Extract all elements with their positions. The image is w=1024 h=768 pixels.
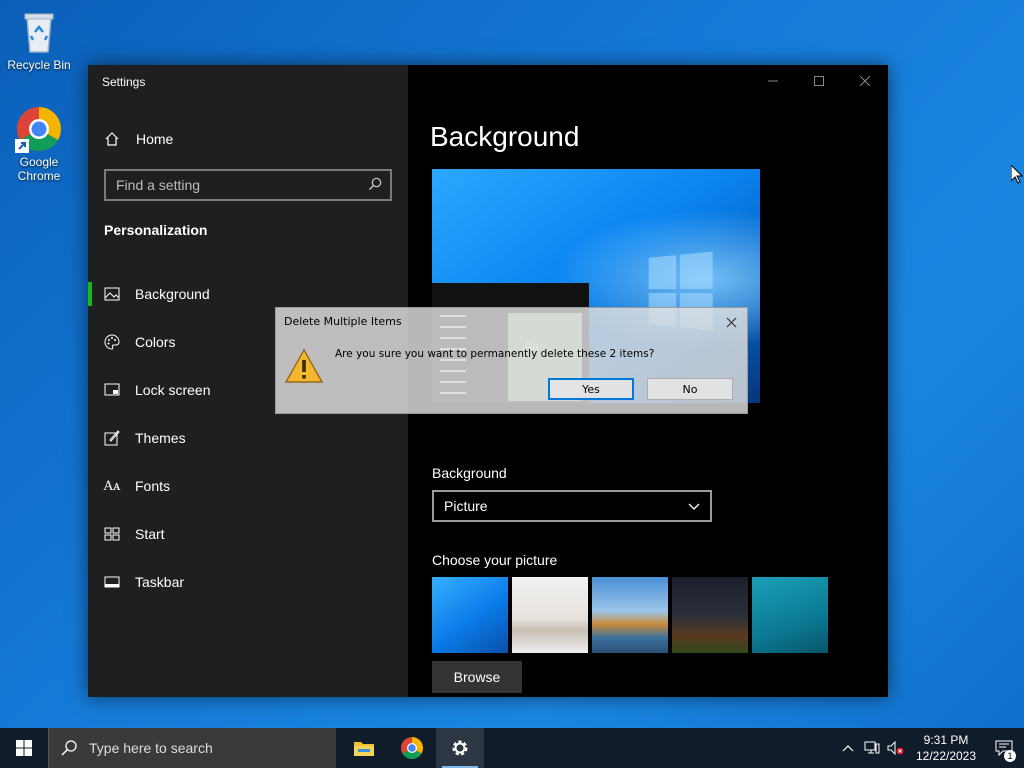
home-link[interactable]: Home (104, 127, 173, 151)
chevron-up-icon[interactable] (836, 728, 860, 768)
taskbar-search-placeholder: Type here to search (89, 740, 213, 756)
volume-muted-icon[interactable] (884, 728, 908, 768)
delete-confirmation-dialog: Delete Multiple Items Are you sure you w… (275, 307, 748, 414)
search-icon[interactable] (368, 177, 382, 194)
nav-item-label: Background (135, 286, 210, 302)
search-icon (61, 740, 77, 756)
page-title: Background (430, 121, 580, 152)
window-title: Settings (102, 75, 146, 89)
lock-screen-icon (104, 382, 120, 398)
network-icon[interactable] (860, 728, 884, 768)
dialog-title: Delete Multiple Items (284, 315, 402, 328)
picture-icon (104, 286, 120, 302)
warning-icon (284, 348, 324, 384)
home-label: Home (136, 131, 174, 147)
home-icon (104, 131, 120, 147)
nav-item-themes[interactable]: Themes (88, 414, 408, 462)
nav-item-label: Taskbar (135, 574, 185, 590)
taskbar-chrome[interactable] (388, 728, 436, 768)
system-tray: 9:31 PM 12/22/2023 1 (836, 728, 1024, 768)
mouse-cursor-icon (1010, 163, 1024, 189)
taskbar-clock[interactable]: 9:31 PM 12/22/2023 (908, 732, 984, 764)
taskbar-settings[interactable] (436, 728, 484, 768)
nav-item-label: Start (135, 526, 165, 542)
recycle-bin-icon (15, 8, 63, 56)
windows-logo-icon (16, 740, 32, 756)
settings-search-input[interactable] (116, 177, 368, 193)
dialog-message: Are you sure you want to permanently del… (335, 348, 655, 360)
yes-button[interactable]: Yes (548, 378, 634, 400)
clock-date: 12/22/2023 (915, 749, 977, 763)
start-icon (104, 526, 120, 542)
notification-count-badge: 1 (1004, 750, 1016, 762)
picture-thumbnail[interactable] (752, 577, 828, 653)
nav-item-label: Themes (135, 430, 186, 446)
chevron-down-icon (688, 498, 700, 514)
taskbar-search-box[interactable]: Type here to search (48, 728, 336, 768)
desktop-icon-label: Recycle Bin (7, 58, 71, 72)
nav-item-taskbar[interactable]: Taskbar (88, 558, 408, 606)
browse-button[interactable]: Browse (432, 661, 522, 693)
file-explorer-icon (354, 742, 374, 756)
taskbar-icon (104, 574, 120, 590)
nav-item-fonts[interactable]: Aᴀ Fonts (88, 462, 408, 510)
picture-thumbnail[interactable] (592, 577, 668, 653)
dialog-close-icon[interactable] (721, 312, 741, 332)
nav-item-label: Fonts (135, 478, 171, 494)
background-dropdown-value: Picture (444, 498, 488, 514)
notification-center-button[interactable]: 1 (984, 728, 1024, 768)
settings-gear-icon (452, 740, 468, 756)
picture-thumbnail[interactable] (512, 577, 588, 653)
desktop-icon-recycle-bin[interactable]: Recycle Bin (1, 8, 77, 72)
desktop-icon-chrome[interactable]: Google Chrome (1, 105, 77, 183)
picture-thumbnail[interactable] (432, 577, 508, 653)
chrome-icon (15, 105, 63, 153)
no-button[interactable]: No (647, 378, 733, 400)
nav-item-start[interactable]: Start (88, 510, 408, 558)
background-label: Background (432, 465, 507, 481)
background-dropdown[interactable]: Picture (432, 490, 712, 522)
picture-thumbnails (432, 577, 828, 653)
nav-item-label: Colors (135, 334, 176, 350)
settings-search-box[interactable] (104, 169, 392, 201)
palette-icon (104, 334, 120, 350)
desktop-icon-label: Google Chrome (17, 155, 61, 183)
section-title: Personalization (104, 222, 208, 238)
clock-time: 9:31 PM (923, 733, 969, 747)
nav-item-label: Lock screen (135, 382, 211, 398)
picture-thumbnail[interactable] (672, 577, 748, 653)
fonts-icon: Aᴀ (103, 478, 121, 494)
choose-picture-label: Choose your picture (432, 552, 558, 568)
start-button[interactable] (0, 728, 48, 768)
taskbar-file-explorer[interactable] (340, 728, 388, 768)
themes-icon (104, 430, 120, 446)
taskbar: Type here to search 9:31 PM 12/22/2023 1 (0, 728, 1024, 768)
chrome-icon (401, 737, 423, 759)
